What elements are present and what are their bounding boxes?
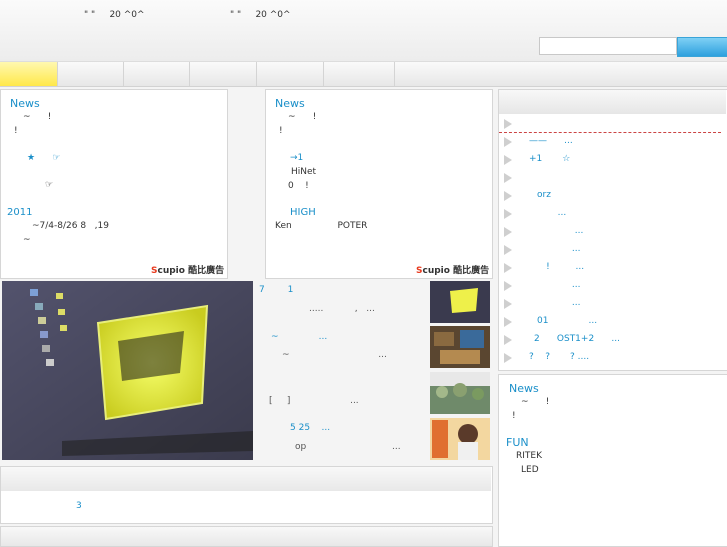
main-nav (0, 61, 727, 87)
thumb-document-screen[interactable] (430, 281, 490, 323)
triangle-bullet-icon (504, 245, 512, 255)
news-item-title[interactable]: ~ ... (271, 332, 327, 342)
nav-tab-6[interactable] (324, 62, 395, 86)
news-item-desc: ..... , ... (309, 304, 375, 314)
ad-line: 0 ! (288, 181, 309, 191)
ad-link-high[interactable]: HIGH (290, 207, 316, 218)
triangle-bullet-icon (504, 155, 512, 165)
ad-line: Ken POTER (275, 221, 368, 231)
sidebar-item[interactable]: 2 OST1+2 ... (499, 331, 726, 349)
ad-line: ~ ! (23, 112, 52, 122)
thumbnail-image (430, 372, 490, 414)
triangle-bullet-icon (504, 137, 512, 147)
scupio-logo[interactable]: Scupio 酷比廣告 (416, 263, 489, 276)
triangle-bullet-icon (504, 263, 512, 273)
triangle-bullet-icon (504, 353, 512, 363)
sidebar-item[interactable]: —— ... (499, 133, 726, 151)
ad-line: ~ (23, 235, 31, 245)
nav-tab-5[interactable] (257, 62, 324, 86)
triangle-bullet-icon (504, 191, 512, 201)
ad-line: LED (521, 465, 539, 475)
nav-tab-3[interactable] (124, 62, 190, 86)
sidebar-item[interactable]: ... (499, 295, 726, 313)
search-input[interactable] (539, 37, 677, 55)
ad-box-left[interactable]: News ~ ! ! ★ ☞ ☞ 2011 ~7/4-8/26 8 ,19 ~ … (0, 89, 228, 279)
sidebar-header (499, 90, 726, 114)
triangle-bullet-icon (504, 119, 512, 129)
triangle-bullet-icon (504, 227, 512, 237)
news-item-title[interactable]: 5 25 ... (290, 423, 330, 433)
bottom-panel-header (1, 467, 491, 491)
ad-link[interactable]: →1 (290, 153, 303, 163)
scupio-logo[interactable]: Scupio 酷比廣告 (151, 263, 224, 276)
ad-title[interactable]: News (275, 97, 305, 110)
news-item-title[interactable]: 7 1 (259, 285, 293, 295)
ad-line: ! (14, 126, 18, 136)
sidebar-item[interactable]: orz (499, 187, 726, 205)
ad-line: ! (279, 126, 283, 136)
ad-line: ☞ (45, 180, 54, 190)
ad-line: RITEK (516, 451, 542, 461)
featured-photo[interactable] (2, 281, 253, 460)
sidebar-item[interactable]: 01 ... (499, 313, 726, 331)
thumb-room[interactable] (430, 326, 490, 368)
ad-line: HiNet (291, 167, 317, 177)
thumb-anime[interactable] (430, 418, 490, 460)
thumbnail-image (430, 281, 490, 323)
ad-title[interactable]: News (10, 97, 40, 110)
ad-box-right[interactable]: News ~ ! ! →1 HiNet 0 ! HIGH Ken POTER S… (265, 89, 493, 279)
search-button[interactable] (677, 37, 727, 57)
nav-tab-2[interactable] (58, 62, 124, 86)
sidebar-item[interactable] (499, 115, 726, 133)
ad-title[interactable]: News (509, 382, 539, 395)
bottom-panel-2-header (0, 526, 493, 547)
news-item-title[interactable]: [ ] (269, 396, 290, 406)
featured-photo-image (2, 281, 253, 460)
triangle-bullet-icon (504, 281, 512, 291)
sidebar-item[interactable]: ! ... (499, 259, 726, 277)
sidebar-item[interactable]: +1 ☆ (499, 151, 726, 169)
news-item-desc: ... (290, 396, 359, 406)
ad-line: ! (512, 411, 516, 421)
news-item-desc: ~ ... (282, 350, 387, 360)
thumb-figures[interactable] (430, 372, 490, 414)
ad-year[interactable]: 2011 (7, 207, 32, 218)
scupio-logo-text: cupio 酷比廣告 (157, 266, 225, 276)
ad-dates: ~7/4-8/26 8 ,19 (32, 221, 109, 231)
thumbnail-image (430, 418, 490, 460)
scupio-logo-text: cupio 酷比廣告 (422, 266, 490, 276)
sidebar-item[interactable]: ? ? ? .... (499, 349, 726, 367)
nav-tab-home[interactable] (0, 62, 58, 86)
header-ticker-left[interactable]: " " 20 ^0^ (84, 10, 145, 20)
ad-fun[interactable]: FUN (506, 436, 529, 449)
sidebar-item[interactable]: ... (499, 277, 726, 295)
triangle-bullet-icon (504, 173, 512, 183)
sidebar-ad-box[interactable]: News ~ ! ! FUN RITEK LED (498, 374, 727, 547)
triangle-bullet-icon (504, 299, 512, 309)
ad-line: ~ ! (288, 112, 317, 122)
triangle-bullet-icon (504, 209, 512, 219)
header-ticker-right[interactable]: " " 20 ^0^ (230, 10, 291, 20)
bottom-panel-link[interactable]: 3 (76, 501, 82, 511)
thumbnail-image (430, 326, 490, 368)
sidebar-item[interactable] (499, 169, 726, 187)
sidebar-item[interactable]: ... (499, 223, 726, 241)
news-item-desc: op ... (295, 442, 401, 452)
ad-line: ~ ! (521, 397, 550, 407)
sidebar-item[interactable]: ... (499, 205, 726, 223)
nav-tab-4[interactable] (190, 62, 257, 86)
triangle-bullet-icon (504, 317, 512, 327)
sidebar-item[interactable]: ... (499, 241, 726, 259)
triangle-bullet-icon (504, 335, 512, 345)
ad-link[interactable]: ★ ☞ (27, 153, 60, 163)
